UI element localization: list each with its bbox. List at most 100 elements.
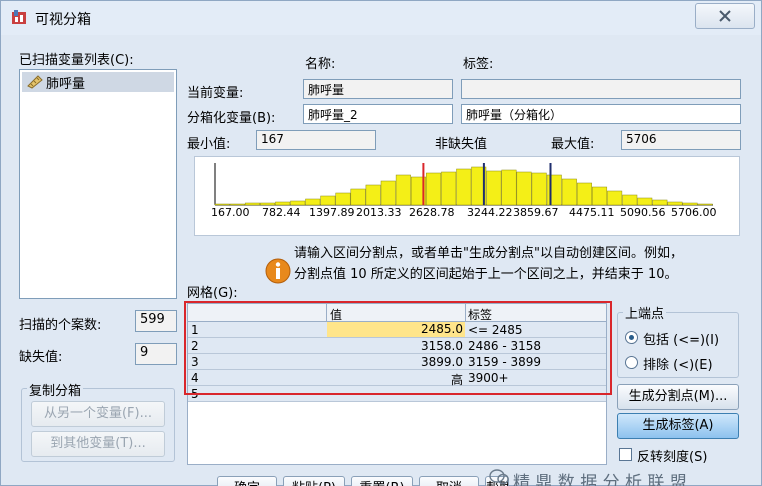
histogram-bar (214, 203, 230, 206)
exclude-radio[interactable] (625, 356, 638, 369)
histogram-bar (501, 169, 517, 206)
histogram-tick: 3859.67 (513, 206, 559, 219)
histogram-bar (305, 198, 321, 206)
histogram-bar (275, 201, 291, 206)
row-index: 2 (191, 339, 199, 353)
binned-name-input[interactable]: 肺呼量_2 (303, 104, 453, 124)
table-row[interactable]: 1 2485.0 <= 2485 (188, 322, 606, 338)
list-item-label: 肺呼量 (46, 77, 86, 92)
nonmissing-label: 非缺失值 (435, 137, 488, 152)
wechat-icon (489, 469, 509, 485)
histogram-bar (561, 178, 577, 206)
histogram-tick: 2013.33 (356, 206, 402, 219)
min-label: 最小值: (187, 137, 231, 152)
row-label-cell[interactable]: 3900+ (468, 371, 509, 385)
histogram-tick: 167.00 (211, 206, 250, 219)
table-row[interactable]: 4 高 3900+ (188, 370, 606, 387)
grid-header-row: 值 标签 (188, 304, 606, 322)
close-button[interactable] (695, 3, 755, 29)
histogram-bar (380, 180, 396, 206)
row-index: 5 (191, 387, 199, 401)
scanned-variable-list[interactable]: 肺呼量 (19, 69, 177, 299)
reverse-scale-label: 反转刻度(S) (637, 450, 708, 465)
row-value-cell[interactable]: 2485.0 (327, 322, 465, 337)
row-index: 1 (191, 323, 199, 337)
histogram-bar (441, 171, 457, 206)
paste-button[interactable]: 粘贴(P) (283, 476, 345, 486)
histogram-bar (531, 172, 547, 206)
histogram-tick: 3244.22 (467, 206, 513, 219)
binned-variable-label: 分箱化变量(B): (187, 111, 276, 126)
histogram-tick: 4475.11 (569, 206, 615, 219)
row-value-cell[interactable]: 3899.0 (327, 355, 465, 369)
histogram-tick: 2628.78 (409, 206, 455, 219)
current-variable-value-label (461, 79, 741, 99)
row-index: 3 (191, 355, 199, 369)
watermark-text: 精 鼎 数 据 分 析 联 盟 (513, 473, 687, 486)
table-row[interactable]: 3 3899.0 3159 - 3899 (188, 354, 606, 370)
min-value: 167 (256, 130, 376, 150)
histogram-bar (290, 200, 306, 206)
histogram-bar (426, 172, 442, 206)
histogram-bar (335, 192, 351, 206)
upper-endpoint-title: 上端点 (623, 303, 667, 322)
histogram-bar (622, 194, 638, 206)
label-header: 标签: (463, 57, 494, 72)
include-radio[interactable] (625, 331, 638, 344)
histogram-bar (350, 188, 366, 206)
histogram-bar (607, 190, 623, 206)
current-variable-name: 肺呼量 (303, 79, 453, 99)
max-label: 最大值: (551, 137, 595, 152)
copy-to-button[interactable]: 到其他变量(T)... (31, 431, 165, 457)
histogram[interactable]: 167.00 782.44 1397.89 2013.33 2628.78 32… (194, 156, 740, 236)
title-bar: 可视分箱 (1, 1, 761, 35)
histogram-bar (637, 197, 653, 206)
histogram-bar (652, 199, 668, 206)
row-value-cell[interactable]: 3158.0 (327, 339, 465, 353)
visual-binning-dialog: 可视分箱 已扫描变量列表(C): 肺呼量 名称: 标签: 当前变量: 肺呼量 分… (0, 0, 762, 486)
reset-button[interactable]: 重置(R) (351, 476, 413, 486)
histogram-tick: 782.44 (262, 206, 301, 219)
exclude-label: 排除 (<)(E) (643, 358, 713, 373)
histogram-bar (395, 174, 411, 206)
histogram-tick: 5090.56 (620, 206, 666, 219)
row-label-cell[interactable]: 2486 - 3158 (468, 339, 541, 353)
row-label-cell[interactable]: 3159 - 3899 (468, 355, 541, 369)
histogram-tick: 5706.00 (671, 206, 717, 219)
scanned-cases-label: 扫描的个案数: (19, 318, 102, 333)
window-title: 可视分箱 (35, 12, 91, 28)
include-label: 包括 (<=)(I) (643, 333, 720, 348)
row-label-cell[interactable]: <= 2485 (468, 323, 522, 337)
make-labels-button[interactable]: 生成标签(A) (617, 413, 739, 439)
name-header: 名称: (305, 57, 336, 72)
info-icon (265, 258, 291, 284)
copy-from-button[interactable]: 从另一个变量(F)... (31, 401, 165, 427)
table-row[interactable]: 2 3158.0 2486 - 3158 (188, 338, 606, 354)
histogram-bar (516, 171, 532, 206)
grid-label: 网格(G): (187, 286, 238, 301)
make-cutpoints-button[interactable]: 生成分割点(M)... (617, 384, 739, 410)
binned-label-input[interactable]: 肺呼量（分箱化） (461, 104, 741, 124)
ok-button[interactable]: 确定 (217, 476, 277, 486)
current-variable-label: 当前变量: (187, 86, 244, 101)
histogram-bar (456, 168, 472, 206)
cancel-button[interactable]: 取消 (419, 476, 479, 486)
histogram-bar (244, 202, 260, 206)
missing-label: 缺失值: (19, 350, 63, 365)
grid-header-value: 值 (330, 308, 343, 322)
histogram-bar (682, 202, 698, 206)
copy-bins-title: 复制分箱 (27, 380, 84, 399)
info-line-1: 请输入区间分割点，或者单击"生成分割点"以自动创建区间。例如， (294, 246, 683, 261)
histogram-bar (486, 170, 502, 206)
cutpoint-grid[interactable]: 值 标签 1 2485.0 <= 2485 2 3158.0 2486 - 31… (187, 303, 607, 465)
histogram-bar (365, 184, 381, 206)
histogram-chart (214, 163, 713, 206)
table-row[interactable]: 5 (188, 386, 606, 402)
list-item[interactable]: 肺呼量 (22, 72, 174, 92)
histogram-bar (546, 174, 562, 206)
scanned-cases-value: 599 (135, 310, 177, 332)
histogram-bar (592, 186, 608, 206)
reverse-scale-checkbox[interactable] (619, 448, 632, 461)
app-icon (12, 10, 26, 24)
close-icon (719, 10, 731, 22)
